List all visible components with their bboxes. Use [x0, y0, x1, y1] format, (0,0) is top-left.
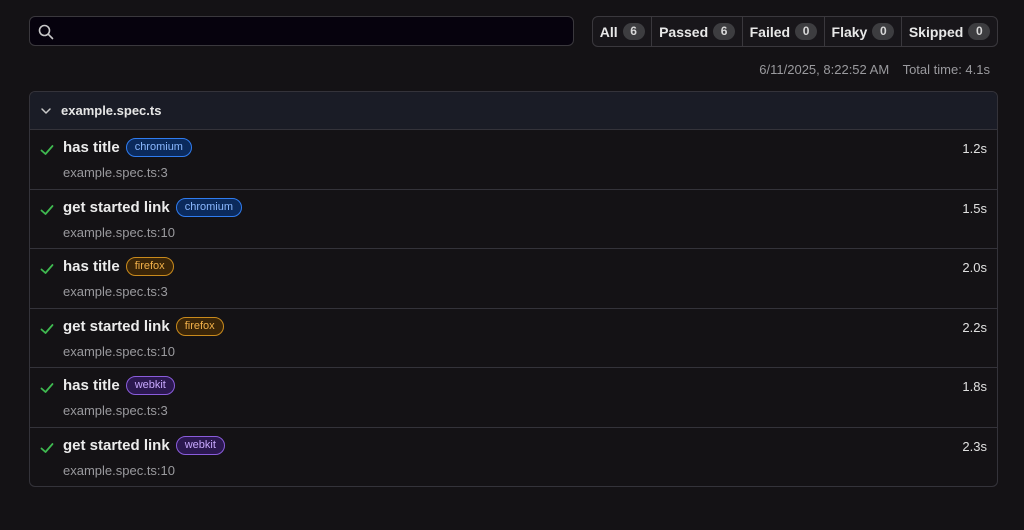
- check-icon: [40, 264, 54, 274]
- project-tag[interactable]: webkit: [175, 435, 225, 455]
- filter-label: Skipped: [908, 23, 964, 40]
- test-duration: 1.8s: [962, 379, 987, 394]
- filter-label: All: [599, 23, 618, 40]
- run-metadata: 6/11/2025, 8:22:52 AM Total time: 4.1s: [759, 62, 990, 77]
- project-tag[interactable]: firefox: [175, 316, 224, 336]
- filter-count: 0: [968, 23, 991, 40]
- filter-label: Flaky: [831, 23, 868, 40]
- test-row[interactable]: get started link firefox example.spec.ts…: [30, 309, 997, 368]
- test-location[interactable]: example.spec.ts:10: [63, 463, 175, 478]
- file-header[interactable]: example.spec.ts: [30, 92, 997, 130]
- test-location[interactable]: example.spec.ts:3: [63, 165, 168, 180]
- check-icon: [40, 442, 54, 453]
- test-location[interactable]: example.spec.ts:3: [63, 403, 168, 418]
- test-row[interactable]: has title chromium example.spec.ts:3 1.2…: [30, 130, 997, 190]
- check-icon: [40, 323, 54, 334]
- filter-all[interactable]: All 6: [593, 17, 651, 46]
- test-title[interactable]: get started link: [63, 437, 170, 454]
- project-tag[interactable]: chromium: [175, 197, 242, 217]
- test-title[interactable]: get started link: [63, 318, 170, 335]
- test-file-section: example.spec.ts has title chromium examp…: [29, 91, 998, 487]
- test-duration: 1.2s: [962, 141, 987, 156]
- search-icon: [38, 24, 54, 40]
- filter-skipped[interactable]: Skipped 0: [901, 17, 997, 46]
- test-title[interactable]: has title: [63, 139, 120, 156]
- test-location[interactable]: example.spec.ts:10: [63, 344, 175, 359]
- chevron-down-icon: [41, 107, 51, 114]
- file-name: example.spec.ts: [61, 103, 162, 118]
- filter-label: Failed: [749, 23, 791, 40]
- filter-count: 6: [622, 23, 645, 40]
- test-duration: 2.0s: [962, 260, 987, 275]
- filter-failed[interactable]: Failed 0: [741, 17, 824, 46]
- test-duration: 2.2s: [962, 319, 987, 335]
- test-row[interactable]: has title webkit example.spec.ts:3 1.8s: [30, 368, 997, 428]
- project-tag[interactable]: firefox: [125, 257, 174, 276]
- test-title[interactable]: get started link: [63, 199, 170, 216]
- test-title[interactable]: has title: [63, 258, 120, 275]
- test-duration: 1.5s: [962, 200, 987, 216]
- project-tag[interactable]: webkit: [125, 376, 175, 395]
- check-icon: [40, 204, 54, 215]
- check-icon: [40, 145, 54, 155]
- test-row[interactable]: get started link webkit example.spec.ts:…: [30, 428, 997, 487]
- filter-count: 0: [795, 23, 818, 40]
- status-filter-bar: All 6 Passed 6 Failed 0 Flaky 0 Skipped …: [592, 16, 998, 47]
- test-duration: 2.3s: [962, 438, 987, 454]
- test-row[interactable]: has title firefox example.spec.ts:3 2.0s: [30, 249, 997, 309]
- filter-passed[interactable]: Passed 6: [651, 17, 742, 46]
- filter-count: 0: [872, 23, 895, 40]
- test-row[interactable]: get started link chromium example.spec.t…: [30, 190, 997, 249]
- filter-flaky[interactable]: Flaky 0: [823, 17, 901, 46]
- check-icon: [40, 383, 54, 393]
- test-location[interactable]: example.spec.ts:3: [63, 284, 168, 299]
- search-input[interactable]: [29, 16, 574, 46]
- filter-count: 6: [713, 23, 736, 40]
- filter-label: Passed: [659, 23, 709, 40]
- test-location[interactable]: example.spec.ts:10: [63, 225, 175, 240]
- run-timestamp: 6/11/2025, 8:22:52 AM: [759, 62, 890, 77]
- test-title[interactable]: has title: [63, 377, 120, 394]
- total-time: Total time: 4.1s: [902, 62, 990, 77]
- project-tag[interactable]: chromium: [125, 138, 192, 157]
